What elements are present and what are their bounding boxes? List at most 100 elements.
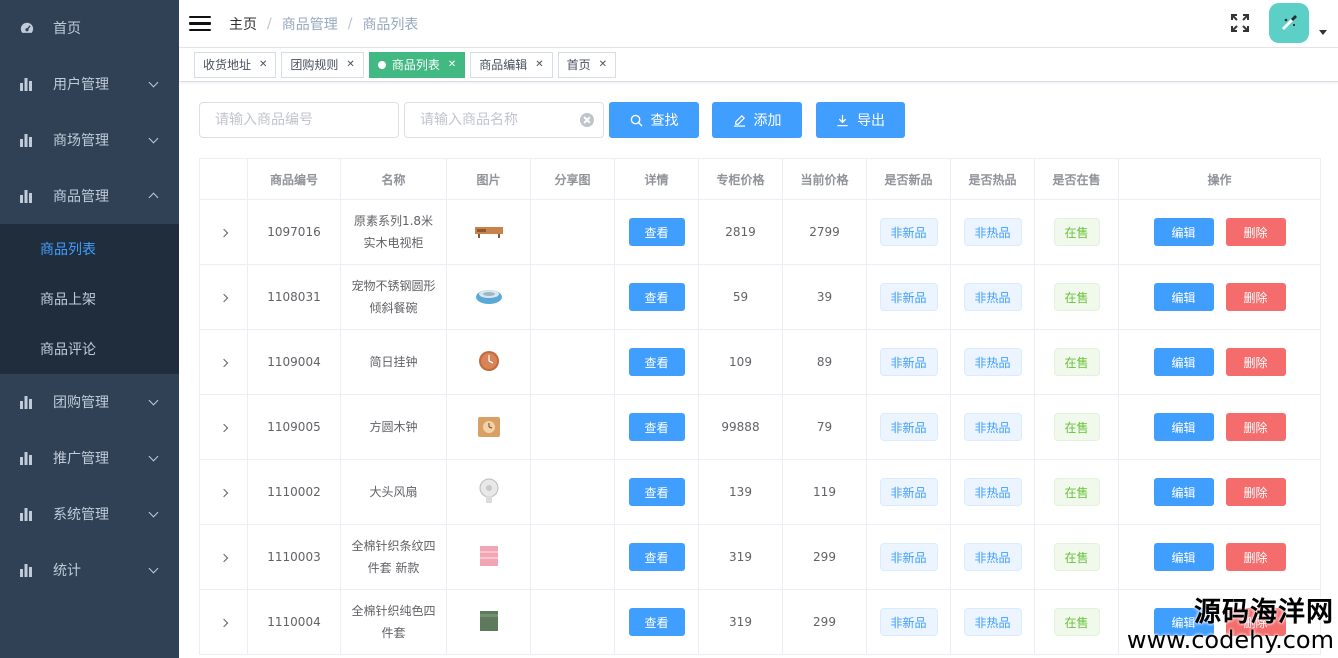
tag-goods-edit[interactable]: 商品编辑 ✕: [470, 51, 553, 78]
tv-cabinet-image: [472, 226, 506, 251]
view-button[interactable]: 查看: [628, 543, 685, 571]
view-button[interactable]: 查看: [628, 348, 685, 376]
goods-name: 简日挂钟: [340, 329, 447, 395]
tag-goods-list[interactable]: 商品列表 ✕: [368, 51, 466, 78]
expand-cell[interactable]: [199, 199, 248, 265]
sidebar-subitem-goods-comment[interactable]: 商品评论: [0, 324, 179, 374]
view-button[interactable]: 查看: [628, 478, 685, 506]
breadcrumb-separator: /: [267, 15, 272, 32]
is-new-cell: 非新品: [866, 264, 951, 330]
is-hot-cell: 非热品: [950, 264, 1035, 330]
pet-bowl-image: [472, 289, 506, 316]
close-icon[interactable]: ✕: [448, 59, 456, 70]
chart-icon: [20, 564, 32, 577]
actions-cell: 编辑 删除: [1118, 199, 1321, 265]
breadcrumb-home[interactable]: 主页: [229, 14, 257, 34]
edit-button[interactable]: 编辑: [1153, 478, 1214, 506]
is-hot-badge: 非热品: [963, 283, 1022, 311]
sidebar-item-system[interactable]: 系统管理: [0, 486, 179, 542]
edit-button[interactable]: 编辑: [1153, 218, 1214, 246]
share-image-cell: [530, 199, 615, 265]
hamburger-menu-icon[interactable]: [189, 15, 211, 32]
goods-code-input[interactable]: [199, 102, 399, 138]
sidebar-item-mall[interactable]: 商场管理: [0, 112, 179, 168]
search-button[interactable]: 查找: [609, 102, 699, 138]
edit-button[interactable]: 编辑: [1153, 543, 1214, 571]
close-icon[interactable]: ✕: [346, 59, 354, 70]
sidebar-item-stats[interactable]: 统计: [0, 542, 179, 598]
sidebar-subitem-goods-shelve[interactable]: 商品上架: [0, 274, 179, 324]
chevron-right-icon[interactable]: [219, 488, 228, 498]
actions-cell: 编辑 删除: [1118, 394, 1321, 460]
download-icon: [836, 114, 849, 127]
current-price: 119: [782, 459, 867, 525]
tag-label: 收货地址: [203, 58, 252, 72]
sidebar-item-home[interactable]: 首页: [0, 0, 179, 56]
delete-button[interactable]: 删除: [1225, 283, 1286, 311]
expand-cell[interactable]: [199, 524, 248, 590]
goods-name-input[interactable]: [404, 102, 604, 138]
current-price: 79: [782, 394, 867, 460]
is-new-badge: 非新品: [879, 413, 938, 441]
filter-bar: 查找 添加 导出: [199, 102, 905, 138]
export-button[interactable]: 导出: [816, 102, 905, 138]
expand-cell[interactable]: [199, 394, 248, 460]
is-new-badge: 非新品: [879, 608, 938, 636]
is-new-cell: 非新品: [866, 459, 951, 525]
close-icon[interactable]: ✕: [259, 59, 267, 70]
expand-cell[interactable]: [199, 459, 248, 525]
caret-down-icon[interactable]: [1319, 30, 1327, 35]
close-icon[interactable]: ✕: [599, 59, 607, 70]
edit-button[interactable]: 编辑: [1153, 283, 1214, 311]
breadcrumb-goods-manage: 商品管理: [281, 16, 338, 33]
is-hot-badge: 非热品: [963, 348, 1022, 376]
expand-cell[interactable]: [199, 589, 248, 655]
avatar[interactable]: [1269, 3, 1309, 43]
table-row: 1109005 方圆木钟 查看 99888 79 非新品 非热品 在售 编辑 删除: [199, 394, 1321, 460]
chevron-right-icon[interactable]: [219, 553, 228, 563]
chevron-down-icon: [148, 563, 159, 574]
delete-button[interactable]: 删除: [1225, 478, 1286, 506]
chevron-right-icon[interactable]: [219, 293, 228, 303]
view-button[interactable]: 查看: [628, 283, 685, 311]
view-button[interactable]: 查看: [628, 218, 685, 246]
detail-cell: 查看: [614, 589, 699, 655]
fullscreen-icon[interactable]: [1230, 13, 1250, 33]
edit-button[interactable]: 编辑: [1153, 348, 1214, 376]
chevron-right-icon[interactable]: [219, 228, 228, 238]
current-price: 299: [782, 589, 867, 655]
tag-groupon-rules[interactable]: 团购规则 ✕: [281, 51, 364, 78]
chevron-right-icon[interactable]: [219, 358, 228, 368]
sidebar-item-promotion[interactable]: 推广管理: [0, 430, 179, 486]
delete-button[interactable]: 删除: [1225, 413, 1286, 441]
goods-id: 1110004: [247, 589, 341, 655]
expand-cell[interactable]: [199, 329, 248, 395]
expand-cell[interactable]: [199, 264, 248, 330]
sidebar-item-groupon[interactable]: 团购管理: [0, 374, 179, 430]
chevron-right-icon[interactable]: [219, 618, 228, 628]
goods-name: 大头风扇: [340, 459, 447, 525]
is-new-cell: 非新品: [866, 329, 951, 395]
sidebar-item-label: 用户管理: [53, 77, 109, 93]
edit-button[interactable]: 编辑: [1153, 413, 1214, 441]
tag-shipping-address[interactable]: 收货地址 ✕: [194, 51, 277, 78]
column-header: 图片: [446, 158, 531, 200]
add-button[interactable]: 添加: [712, 102, 802, 138]
sidebar-item-goods[interactable]: 商品管理: [0, 168, 179, 224]
on-sale-cell: 在售: [1034, 394, 1119, 460]
delete-button[interactable]: 删除: [1225, 543, 1286, 571]
goods-image-cell: [446, 329, 531, 395]
view-button[interactable]: 查看: [628, 608, 685, 636]
clear-icon[interactable]: [580, 113, 594, 127]
delete-button[interactable]: 删除: [1225, 218, 1286, 246]
tag-home[interactable]: 首页 ✕: [557, 51, 617, 78]
close-icon[interactable]: ✕: [535, 59, 543, 70]
chevron-right-icon[interactable]: [219, 423, 228, 433]
share-image-cell: [530, 459, 615, 525]
view-button[interactable]: 查看: [628, 413, 685, 441]
sidebar-item-users[interactable]: 用户管理: [0, 56, 179, 112]
column-header: 专柜价格: [698, 158, 783, 200]
delete-button[interactable]: 删除: [1225, 348, 1286, 376]
sidebar-subitem-goods-list[interactable]: 商品列表: [0, 224, 179, 274]
goods-submenu: 商品列表 商品上架 商品评论: [0, 224, 179, 374]
